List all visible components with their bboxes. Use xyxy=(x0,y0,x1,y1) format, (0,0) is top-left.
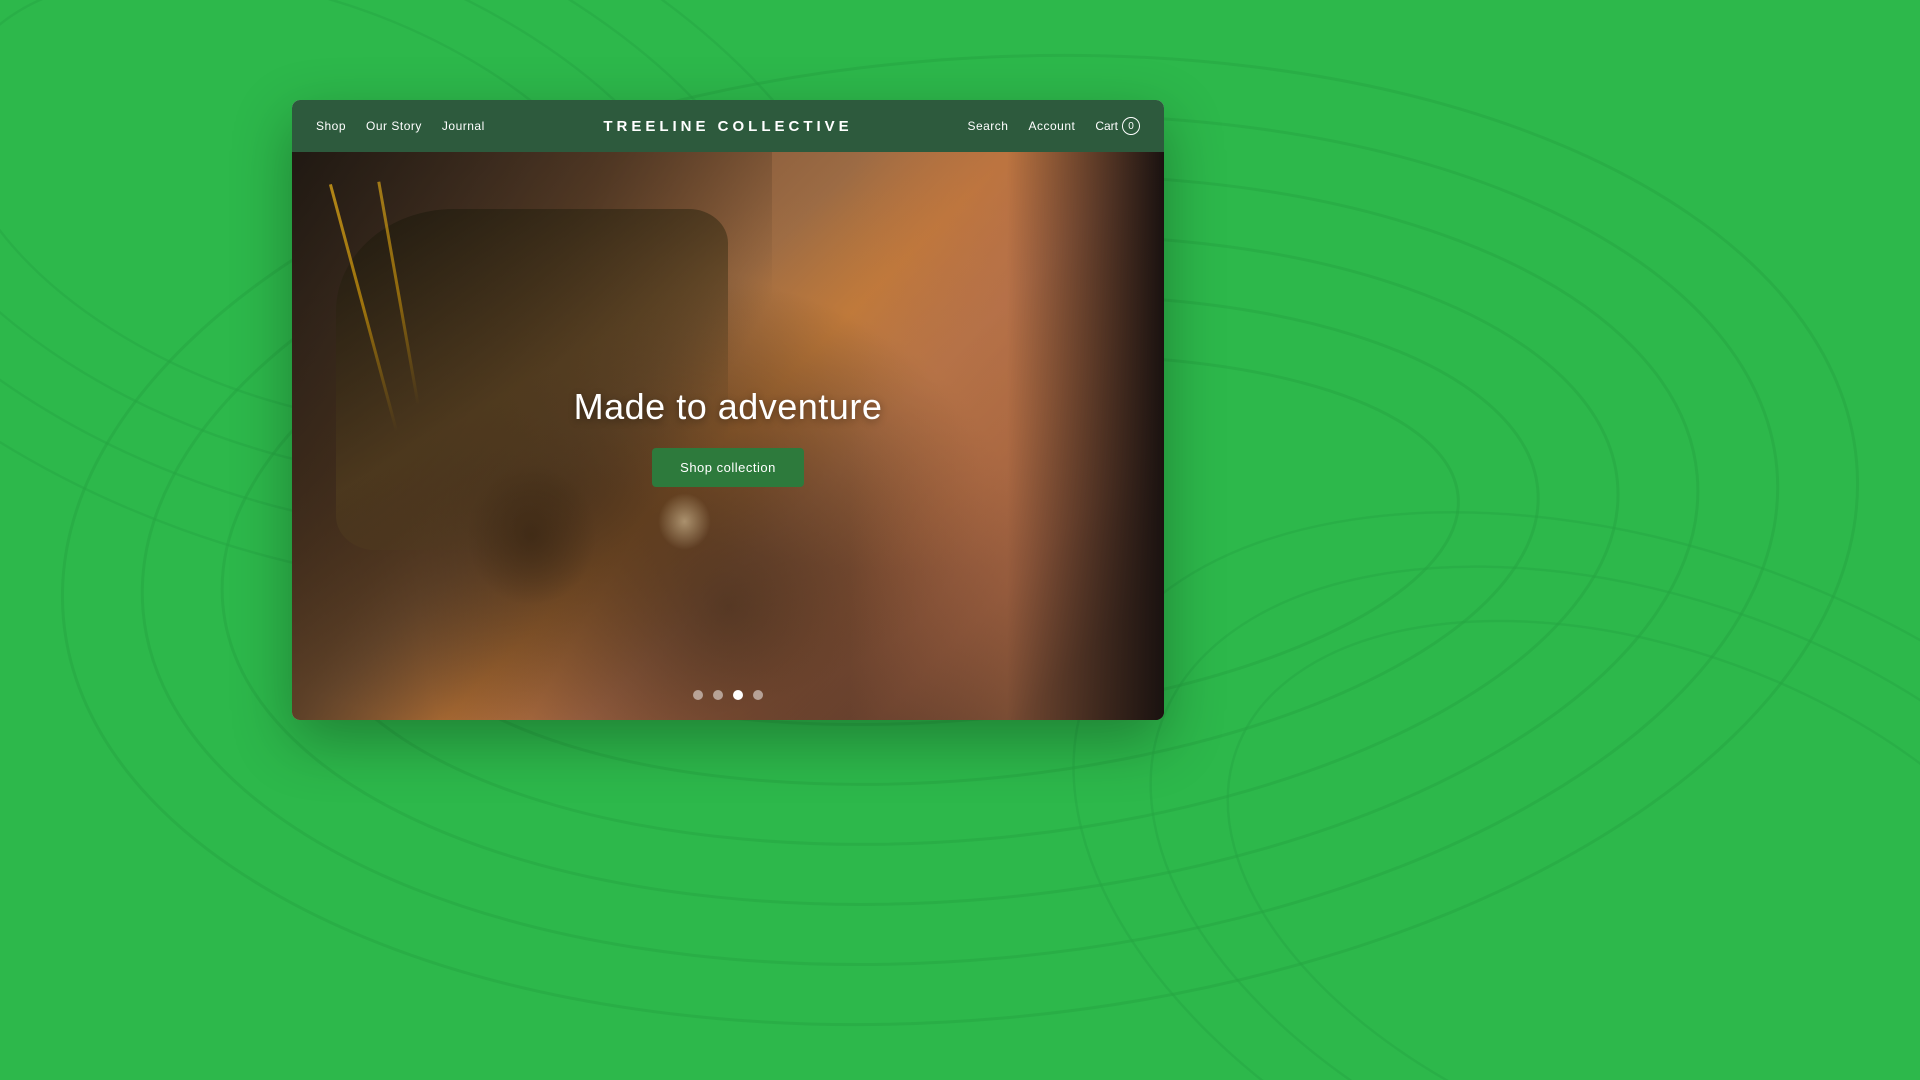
navbar: Shop Our Story Journal TREELINE COLLECTI… xyxy=(292,100,1164,152)
carousel-dot-1[interactable] xyxy=(693,690,703,700)
nav-shop[interactable]: Shop xyxy=(316,119,346,133)
carousel-dot-2[interactable] xyxy=(713,690,723,700)
hero-title: Made to adventure xyxy=(574,386,883,428)
nav-left: Shop Our Story Journal xyxy=(316,119,485,133)
nav-search[interactable]: Search xyxy=(967,119,1008,133)
shop-collection-button[interactable]: Shop collection xyxy=(652,448,804,487)
nav-right: Search Account Cart 0 xyxy=(967,117,1140,135)
hero-section: Made to adventure Shop collection xyxy=(292,152,1164,720)
nav-account[interactable]: Account xyxy=(1028,119,1075,133)
carousel-dot-4[interactable] xyxy=(753,690,763,700)
browser-window: Shop Our Story Journal TREELINE COLLECTI… xyxy=(292,100,1164,720)
brand-logo[interactable]: TREELINE COLLECTIVE xyxy=(603,118,852,135)
nav-our-story[interactable]: Our Story xyxy=(366,119,422,133)
nav-cart[interactable]: Cart 0 xyxy=(1095,117,1140,135)
cart-count: 0 xyxy=(1122,117,1140,135)
cart-label: Cart xyxy=(1095,119,1118,133)
carousel-dot-3[interactable] xyxy=(733,690,743,700)
nav-journal[interactable]: Journal xyxy=(442,119,485,133)
hero-content: Made to adventure Shop collection xyxy=(292,152,1164,720)
carousel-dots xyxy=(693,690,763,700)
